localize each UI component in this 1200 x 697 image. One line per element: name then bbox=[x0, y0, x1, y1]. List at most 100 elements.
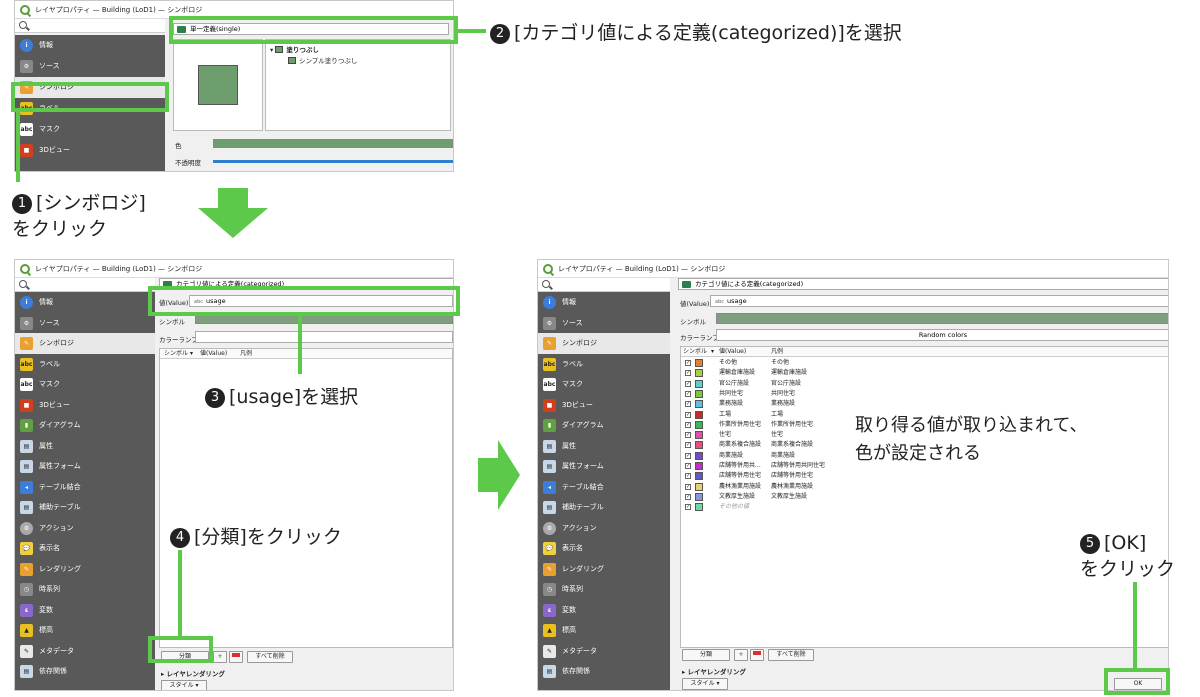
sidebar-item-10[interactable]: ▤ 補助テーブル bbox=[538, 497, 670, 518]
sidebar-item-4[interactable]: abc マスク bbox=[15, 374, 155, 395]
row-checkbox[interactable]: ✓ bbox=[685, 504, 691, 511]
sidebar-item-1[interactable]: ⚙ ソース bbox=[15, 313, 155, 334]
sidebar-item-11[interactable]: ⚙ アクション bbox=[538, 518, 670, 539]
remove-category-button[interactable] bbox=[229, 651, 243, 663]
col-symbol[interactable]: シンボル bbox=[683, 347, 707, 357]
row-color-swatch[interactable] bbox=[695, 503, 703, 512]
row-checkbox[interactable]: ✓ bbox=[685, 452, 691, 459]
row-checkbox[interactable]: ✓ bbox=[685, 493, 691, 500]
row-checkbox[interactable]: ✓ bbox=[685, 411, 691, 418]
sidebar-item-12[interactable]: 💬 表示名 bbox=[15, 538, 155, 559]
sidebar-item-0[interactable]: i 情報 bbox=[538, 292, 670, 313]
sidebar-item-6[interactable]: ▮ ダイアグラム bbox=[15, 415, 155, 436]
row-checkbox[interactable]: ✓ bbox=[685, 380, 691, 387]
sidebar-item-3[interactable]: abc ラベル bbox=[15, 354, 155, 375]
row-checkbox[interactable]: ✓ bbox=[685, 432, 691, 439]
renderer-select[interactable]: カテゴリ値による定義(categorized) bbox=[678, 278, 1168, 290]
symbol-button[interactable] bbox=[716, 313, 1168, 324]
row-color-swatch[interactable] bbox=[695, 400, 703, 409]
tree-item-fill[interactable]: ▾ 塗りつぶし bbox=[270, 44, 319, 54]
row-color-swatch[interactable] bbox=[695, 482, 703, 491]
sidebar-item-source[interactable]: ⚙ ソース bbox=[15, 56, 165, 77]
row-color-swatch[interactable] bbox=[695, 379, 703, 388]
table-row[interactable]: ✓ 運輸倉庫施設 運輸倉庫施設 bbox=[681, 368, 1168, 378]
sidebar-item-8[interactable]: ▤ 属性フォーム bbox=[538, 456, 670, 477]
sidebar-item-18[interactable]: ▤ 依存関係 bbox=[15, 661, 155, 682]
row-checkbox[interactable]: ✓ bbox=[685, 390, 691, 397]
table-row[interactable]: ✓ 共同住宅 共同住宅 bbox=[681, 389, 1168, 399]
table-row[interactable]: ✓ その他 その他 bbox=[681, 358, 1168, 368]
table-row[interactable]: ✓ 農林漁業用施設 農林漁業用施設 bbox=[681, 482, 1168, 492]
row-checkbox[interactable]: ✓ bbox=[685, 370, 691, 377]
color-button[interactable] bbox=[213, 139, 453, 148]
sidebar-item-0[interactable]: i 情報 bbox=[15, 292, 155, 313]
sidebar-item-13[interactable]: ✎ レンダリング bbox=[538, 559, 670, 580]
row-checkbox[interactable]: ✓ bbox=[685, 442, 691, 449]
row-color-swatch[interactable] bbox=[695, 431, 703, 440]
sidebar-item-1[interactable]: ⚙ ソース bbox=[538, 313, 670, 334]
sidebar-item-16[interactable]: ▲ 標高 bbox=[538, 620, 670, 641]
col-legend[interactable]: 凡例 bbox=[240, 349, 252, 359]
delete-all-button[interactable]: すべて削除 bbox=[768, 649, 814, 661]
search-input[interactable] bbox=[15, 278, 155, 292]
color-ramp-select[interactable]: Random colors bbox=[716, 329, 1168, 341]
sidebar-item-12[interactable]: 💬 表示名 bbox=[538, 538, 670, 559]
row-checkbox[interactable]: ✓ bbox=[685, 463, 691, 469]
sidebar-item-5[interactable]: ■ 3Dビュー bbox=[15, 395, 155, 416]
sidebar-item-7[interactable]: ▤ 属性 bbox=[538, 436, 670, 457]
sidebar-item-5[interactable]: ■ 3Dビュー bbox=[538, 395, 670, 416]
col-value[interactable]: 値(Value) bbox=[200, 349, 227, 359]
sidebar-item-18[interactable]: ▤ 依存関係 bbox=[538, 661, 670, 682]
row-color-swatch[interactable] bbox=[695, 369, 703, 378]
sidebar-item-15[interactable]: ε 変数 bbox=[538, 600, 670, 621]
search-input[interactable] bbox=[538, 278, 670, 292]
sidebar-item-2[interactable]: ✎ シンボロジ bbox=[15, 333, 155, 354]
row-checkbox[interactable]: ✓ bbox=[685, 483, 691, 490]
table-row[interactable]: ✓ 店舗等併用住宅 店舗等併用住宅 bbox=[681, 471, 1168, 481]
sidebar-item-3[interactable]: abc ラベル bbox=[538, 354, 670, 375]
sidebar-item-10[interactable]: ▤ 補助テーブル bbox=[15, 497, 155, 518]
row-color-swatch[interactable] bbox=[695, 441, 703, 450]
sidebar-item-4[interactable]: abc マスク bbox=[538, 374, 670, 395]
row-color-swatch[interactable] bbox=[695, 492, 703, 501]
row-color-swatch[interactable] bbox=[695, 451, 703, 460]
table-row[interactable]: ✓ 文教厚生施設 文教厚生施設 bbox=[681, 492, 1168, 502]
add-category-button[interactable]: + bbox=[734, 649, 748, 661]
row-checkbox[interactable]: ✓ bbox=[685, 401, 691, 408]
row-color-swatch[interactable] bbox=[695, 462, 703, 470]
sidebar-item-info[interactable]: i 情報 bbox=[15, 35, 165, 56]
row-checkbox[interactable]: ✓ bbox=[685, 421, 691, 428]
sidebar-item-8[interactable]: ▤ 属性フォーム bbox=[15, 456, 155, 477]
delete-all-button[interactable]: すべて削除 bbox=[247, 651, 293, 663]
row-color-swatch[interactable] bbox=[695, 420, 703, 429]
sidebar-item-14[interactable]: ◷ 時系列 bbox=[538, 579, 670, 600]
table-row[interactable]: ✓ 業務施設 業務施設 bbox=[681, 399, 1168, 409]
sidebar-item-14[interactable]: ◷ 時系列 bbox=[15, 579, 155, 600]
add-category-button[interactable]: + bbox=[213, 651, 227, 663]
sidebar-item-3dview[interactable]: ■ 3Dビュー bbox=[15, 140, 165, 161]
row-color-swatch[interactable] bbox=[695, 359, 703, 367]
row-checkbox[interactable]: ✓ bbox=[685, 473, 691, 480]
layer-rendering-section[interactable]: ▸ レイヤレンダリング bbox=[161, 668, 225, 678]
row-color-swatch[interactable] bbox=[695, 389, 703, 398]
col-symbol[interactable]: シンボル bbox=[164, 349, 188, 359]
sidebar-item-mask[interactable]: abc マスク bbox=[15, 119, 165, 140]
row-checkbox[interactable]: ✓ bbox=[685, 360, 691, 366]
sidebar-item-9[interactable]: ◂ テーブル結合 bbox=[538, 477, 670, 498]
sidebar-item-11[interactable]: ⚙ アクション bbox=[15, 518, 155, 539]
tree-item-simple-fill[interactable]: シンプル塗りつぶし bbox=[288, 55, 357, 65]
col-value[interactable]: 値(Value) bbox=[719, 347, 746, 357]
col-legend[interactable]: 凡例 bbox=[771, 347, 783, 357]
sidebar-item-15[interactable]: ε 変数 bbox=[15, 600, 155, 621]
table-row[interactable]: ✓ 官公庁施設 官公庁施設 bbox=[681, 379, 1168, 389]
search-input[interactable] bbox=[15, 19, 165, 33]
table-row[interactable]: ✓ その他の値 bbox=[681, 502, 1168, 512]
row-color-swatch[interactable] bbox=[695, 410, 703, 419]
sidebar-item-2[interactable]: ✎ シンボロジ bbox=[538, 333, 670, 354]
layer-rendering-section[interactable]: ▸ レイヤレンダリング bbox=[682, 666, 746, 676]
color-ramp-select[interactable] bbox=[195, 331, 453, 343]
sidebar-item-6[interactable]: ▮ ダイアグラム bbox=[538, 415, 670, 436]
row-color-swatch[interactable] bbox=[695, 472, 703, 481]
sidebar-item-17[interactable]: ✎ メタデータ bbox=[15, 641, 155, 662]
style-button[interactable]: スタイル ▾ bbox=[161, 680, 207, 690]
